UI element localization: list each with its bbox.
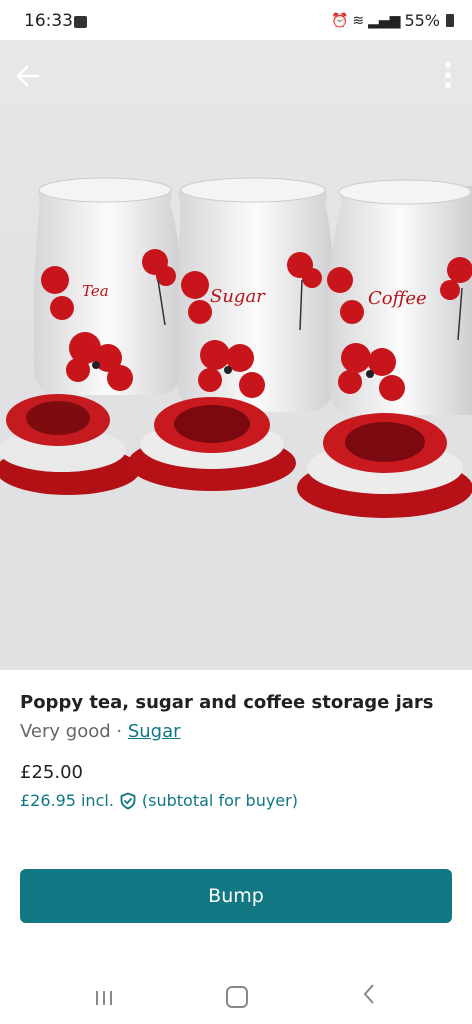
product-image-gallery[interactable]: Tea Sugar Coffee [0,40,472,670]
more-vertical-icon[interactable] [442,60,454,90]
back-arrow-icon[interactable] [14,62,42,90]
product-title: Poppy tea, sugar and coffee storage jars [20,692,434,713]
status-time: 16:33 [24,11,73,31]
back-nav-icon[interactable] [362,982,376,1006]
shield-check-icon [120,792,136,809]
condition-line: Very good · Sugar [20,721,452,742]
photo-notification-icon [74,16,87,28]
home-icon[interactable] [226,986,248,1008]
status-bar: 16:33 ⏰ ≋ ▂▄▆ 55% [0,0,472,40]
jar-label-sugar: Sugar [210,286,266,307]
battery-percent: 55% [404,11,440,30]
brand-link[interactable]: Sugar [128,721,181,742]
recents-icon[interactable] [94,988,114,1008]
jar-label-coffee: Coffee [368,288,427,309]
buyer-note: (subtotal for buyer) [141,791,298,810]
wifi-icon: ≋ [352,12,365,29]
product-info: Poppy tea, sugar and coffee storage jars… [20,692,452,810]
buyer-price-line[interactable]: £26.95 incl. (subtotal for buyer) [20,791,452,810]
jar-label-tea: Tea [82,282,109,300]
product-photo: Tea Sugar Coffee [0,40,472,670]
bump-button[interactable]: Bump [20,869,452,923]
system-nav-bar [0,970,472,1024]
alarm-icon: ⏰ [330,12,349,29]
item-price: £25.00 [20,762,83,783]
separator: · [110,721,128,742]
status-indicators: ⏰ ≋ ▂▄▆ 55% [331,11,454,30]
buyer-price: £26.95 [20,791,76,810]
incl-label: incl. [80,791,114,810]
signal-icon: ▂▄▆ [368,12,401,29]
battery-icon [446,14,454,27]
condition-value: Very good [20,721,111,742]
